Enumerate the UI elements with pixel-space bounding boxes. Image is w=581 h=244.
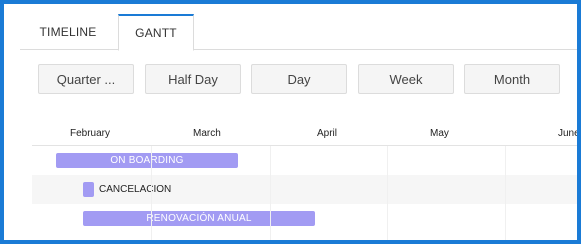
month-label-may: May xyxy=(430,128,449,139)
gantt-row: ON BOARDING xyxy=(32,146,577,175)
month-header: February March April May June xyxy=(32,122,577,146)
gantt-row: CANCELACION xyxy=(32,175,577,204)
quarter-day-button[interactable]: Quarter ... xyxy=(38,64,134,94)
gantt-panel: TIMELINE GANTT Quarter ... Half Day Day … xyxy=(20,14,577,240)
month-button[interactable]: Month xyxy=(464,64,560,94)
app-frame: TIMELINE GANTT Quarter ... Half Day Day … xyxy=(0,0,581,244)
day-button[interactable]: Day xyxy=(251,64,347,94)
zoom-toolbar: Quarter ... Half Day Day Week Month xyxy=(20,64,577,94)
tab-timeline[interactable]: TIMELINE xyxy=(28,14,108,50)
month-label-april: April xyxy=(317,128,338,139)
half-day-button[interactable]: Half Day xyxy=(145,64,241,94)
task-bar-renovacion-anual[interactable]: RENOVACIÓN ANUAL xyxy=(83,211,315,226)
month-label-june: June xyxy=(558,128,580,139)
grid-line xyxy=(387,146,388,240)
gantt-row: RENOVACIÓN ANUAL xyxy=(32,204,577,233)
tab-gantt[interactable]: GANTT xyxy=(118,14,194,51)
grid-line xyxy=(270,146,271,240)
task-bar-on-boarding[interactable]: ON BOARDING xyxy=(56,153,238,168)
task-bar-cancelacion[interactable] xyxy=(83,182,94,197)
view-tabs: TIMELINE GANTT xyxy=(20,14,577,51)
grid-line xyxy=(151,146,152,240)
month-label-march: March xyxy=(193,128,221,139)
task-label-cancelacion: CANCELACION xyxy=(99,184,172,195)
gantt-chart: February March April May June ON BOARDIN… xyxy=(32,122,577,240)
month-label-february: February xyxy=(70,128,111,139)
week-button[interactable]: Week xyxy=(358,64,454,94)
grid-line xyxy=(505,146,506,240)
